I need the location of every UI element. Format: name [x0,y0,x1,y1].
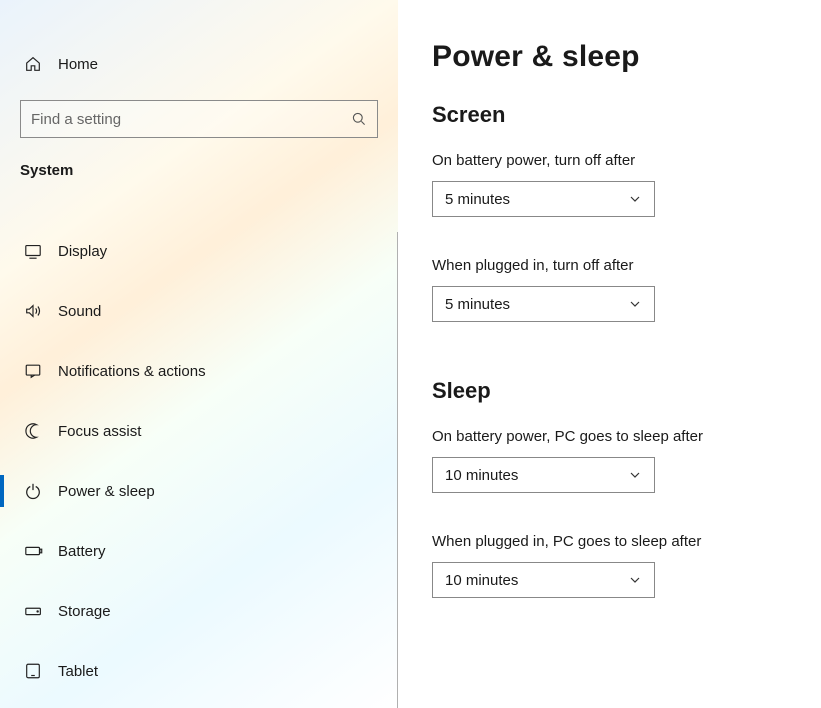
sidebar-item-label: Tablet [58,663,98,680]
home-label: Home [58,56,98,73]
category-label: System [0,162,398,179]
sidebar-item-sound[interactable]: Sound [0,287,398,335]
dropdown-value: 5 minutes [445,296,510,313]
main-content: Power & sleep Screen On battery power, t… [398,0,821,708]
storage-icon [24,602,58,620]
sidebar-item-tablet[interactable]: Tablet [0,647,398,695]
screen-plugged-dropdown[interactable]: 5 minutes [432,286,655,322]
sidebar-item-label: Sound [58,303,101,320]
dropdown-value: 10 minutes [445,467,518,484]
notifications-icon [24,362,58,380]
screen-battery-label: On battery power, turn off after [432,152,781,169]
sidebar-item-display[interactable]: Display [0,227,398,275]
display-icon [24,242,58,260]
sidebar-item-storage[interactable]: Storage [0,587,398,635]
chevron-down-icon [628,468,642,482]
sleep-plugged-dropdown[interactable]: 10 minutes [432,562,655,598]
search-icon [351,111,367,127]
sidebar-item-label: Notifications & actions [58,363,206,380]
search-input[interactable] [31,111,351,128]
sidebar-item-label: Battery [58,543,106,560]
tablet-icon [24,662,58,680]
sidebar-item-label: Power & sleep [58,483,155,500]
sidebar: Home System Display [0,0,398,708]
sleep-plugged-label: When plugged in, PC goes to sleep after [432,533,781,550]
nav-list: Display Sound Notifications & actions [0,227,398,695]
sidebar-item-label: Display [58,243,107,260]
home-icon [24,55,58,73]
sidebar-item-focus-assist[interactable]: Focus assist [0,407,398,455]
page-title: Power & sleep [432,40,781,74]
screen-battery-dropdown[interactable]: 5 minutes [432,181,655,217]
chevron-down-icon [628,192,642,206]
focus-icon [24,422,58,440]
sidebar-item-power-sleep[interactable]: Power & sleep [0,467,398,515]
home-nav[interactable]: Home [0,44,398,84]
sleep-battery-label: On battery power, PC goes to sleep after [432,428,781,445]
screen-plugged-label: When plugged in, turn off after [432,257,781,274]
sidebar-item-label: Focus assist [58,423,141,440]
chevron-down-icon [628,297,642,311]
sidebar-item-label: Storage [58,603,111,620]
battery-icon [24,542,58,560]
section-title-sleep: Sleep [432,378,781,404]
sleep-battery-dropdown[interactable]: 10 minutes [432,457,655,493]
sidebar-item-battery[interactable]: Battery [0,527,398,575]
chevron-down-icon [628,573,642,587]
dropdown-value: 5 minutes [445,191,510,208]
sound-icon [24,302,58,320]
sidebar-item-notifications[interactable]: Notifications & actions [0,347,398,395]
power-icon [24,482,58,500]
section-title-screen: Screen [432,102,781,128]
search-input-container[interactable] [20,100,378,138]
dropdown-value: 10 minutes [445,572,518,589]
